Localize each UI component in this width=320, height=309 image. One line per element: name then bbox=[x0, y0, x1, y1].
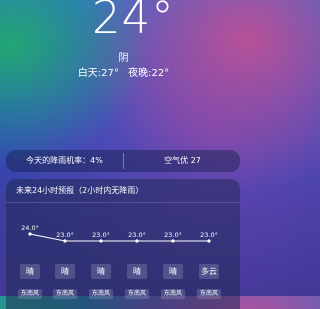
hourly-wind: 东南风 bbox=[125, 289, 149, 299]
hourly-wind: 东南风 bbox=[18, 289, 42, 299]
temperature-point bbox=[63, 239, 67, 243]
hourly-condition: 晴 bbox=[127, 264, 147, 279]
temperature-point bbox=[99, 239, 103, 243]
hourly-condition: 晴 bbox=[20, 264, 40, 279]
hourly-condition: 多云 bbox=[199, 264, 219, 279]
temperature-point bbox=[171, 239, 175, 243]
temperature-label: 23.0° bbox=[128, 231, 146, 239]
temperature-label: 24.0° bbox=[21, 224, 39, 232]
hourly-wind: 东南风 bbox=[161, 289, 185, 299]
hourly-condition: 晴 bbox=[55, 264, 75, 279]
temperature-label: 23.0° bbox=[56, 231, 74, 239]
hourly-wind: 东南风 bbox=[53, 289, 77, 299]
temperature-point bbox=[207, 239, 211, 243]
temperature-label: 23.0° bbox=[200, 231, 218, 239]
temperature-label: 23.0° bbox=[164, 231, 182, 239]
hourly-wind: 东南风 bbox=[89, 289, 113, 299]
hourly-condition: 晴 bbox=[91, 264, 111, 279]
temperature-point bbox=[135, 239, 139, 243]
hourly-temperature-chart: 24.0° 23.0° 23.0° 23.0° 23.0° 23.0° bbox=[21, 224, 218, 243]
hourly-condition: 晴 bbox=[163, 264, 183, 279]
temperature-point bbox=[28, 232, 32, 236]
temperature-label: 23.0° bbox=[92, 231, 110, 239]
hourly-wind: 东南风 bbox=[197, 289, 221, 299]
